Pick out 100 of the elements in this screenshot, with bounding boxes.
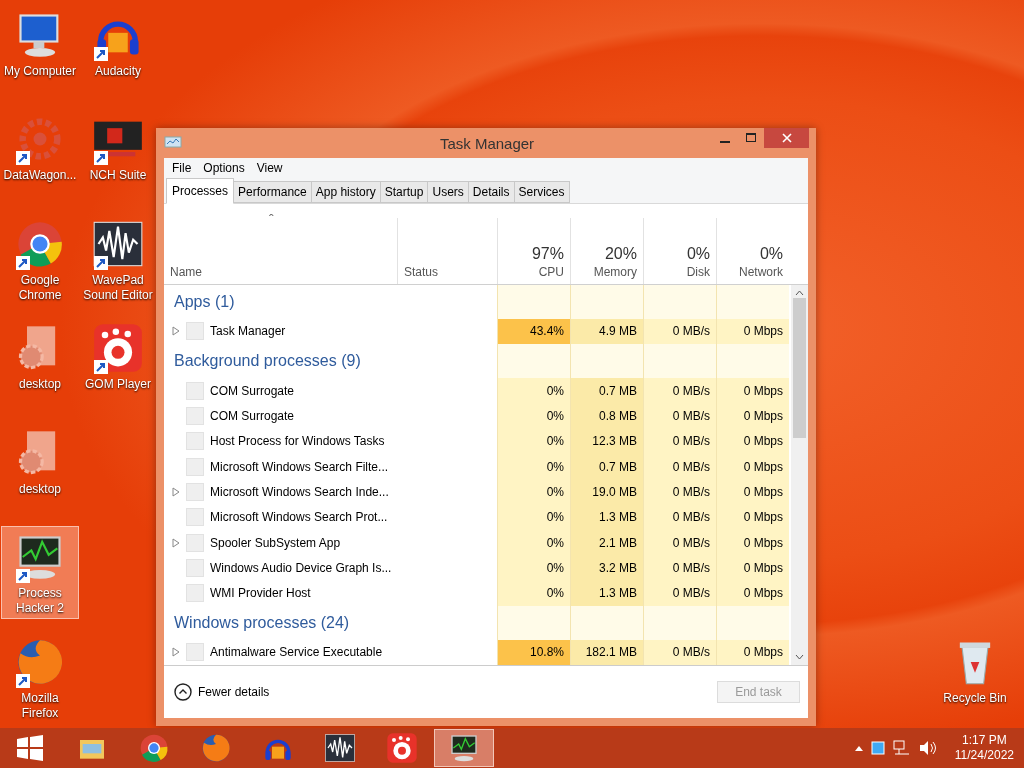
desktop-shortcut[interactable]: desktop	[1, 317, 79, 395]
column-header[interactable]: 97% CPU	[497, 218, 570, 284]
column-header[interactable]: Status	[397, 218, 497, 284]
table-cell: 0%	[497, 403, 570, 429]
menu-item[interactable]: Options	[199, 161, 249, 175]
desktop-shortcut[interactable]: Mozilla Firefox	[1, 631, 79, 724]
process-icon	[186, 533, 204, 552]
app-icon	[164, 136, 182, 150]
process-name[interactable]: Microsoft Windows Search Prot...	[210, 510, 388, 525]
table-cell: 0 MB/s	[643, 580, 716, 606]
expand-icon[interactable]	[172, 537, 180, 548]
table-cell: 1.3 MB	[570, 580, 643, 606]
desktop-shortcut[interactable]: My Computer	[1, 4, 79, 82]
process-name[interactable]: Windows Audio Device Graph Is...	[210, 560, 392, 575]
table-cell: 0%	[497, 504, 570, 530]
desktop-shortcut[interactable]: Recycle Bin	[936, 631, 1014, 709]
tab[interactable]: App history	[310, 181, 381, 203]
desktop-shortcut[interactable]: desktop	[1, 422, 79, 500]
process-name[interactable]: Antimalware Service Executable	[210, 645, 383, 660]
expand-icon[interactable]	[172, 326, 180, 337]
column-total: 0%	[759, 245, 783, 263]
group-heading: Background processes (9)	[173, 352, 362, 370]
tab[interactable]: Performance	[233, 181, 312, 203]
table-cell: 10.8%	[497, 639, 570, 665]
shortcut-label: desktop	[19, 377, 61, 392]
tab[interactable]: Services	[513, 181, 570, 203]
group-heading: Windows processes (24)	[173, 613, 351, 632]
window-title: Task Manager	[438, 134, 536, 152]
table-cell: 0%	[497, 529, 570, 556]
column-header[interactable]: 0% Network	[716, 218, 789, 284]
table-cell: 0 Mbps	[716, 555, 789, 581]
expand-icon[interactable]	[172, 486, 180, 497]
process-name[interactable]: COM Surrogate	[210, 383, 295, 398]
table-cell: 1.3 MB	[570, 504, 643, 530]
chevron-up-circle-icon	[174, 683, 192, 701]
process-name[interactable]: Microsoft Windows Search Filte...	[210, 459, 389, 474]
expand-icon[interactable]	[172, 647, 180, 658]
desktop-shortcut[interactable]: Audacity	[79, 4, 157, 82]
table-cell: 0 Mbps	[716, 479, 789, 505]
table-cell: 43.4%	[497, 318, 570, 345]
clock-time: 1:17 PM	[962, 733, 1007, 748]
taskbar-button[interactable]	[434, 729, 494, 767]
process-name[interactable]: WMI Provider Host	[210, 586, 311, 601]
network-icon[interactable]	[892, 740, 911, 756]
shortcut-label: WavePad Sound Editor	[82, 273, 154, 303]
scroll-down-icon[interactable]	[795, 654, 804, 660]
desktop-shortcut[interactable]: DataWagon...	[1, 108, 79, 186]
fox-globe-icon	[200, 732, 232, 764]
shortcut-label: Google Chrome	[17, 273, 63, 303]
column-label: Disk	[686, 265, 710, 279]
maximize-icon	[746, 133, 756, 143]
process-name[interactable]: Spooler SubSystem App	[210, 535, 341, 550]
tab[interactable]: Startup	[379, 181, 429, 203]
table-cell: 0 MB/s	[643, 428, 716, 454]
shortcut-label: Process Hacker 2	[15, 586, 65, 616]
desktop-shortcut[interactable]: GOM Player	[79, 317, 157, 395]
process-icon	[186, 457, 204, 476]
column-label: Status	[404, 265, 439, 279]
table-cell: 0 Mbps	[716, 428, 789, 454]
tab[interactable]: Details	[467, 181, 515, 203]
column-label: Name	[170, 265, 202, 279]
column-header[interactable]: 20% Memory	[570, 218, 643, 284]
table-cell: 0 MB/s	[643, 479, 716, 505]
menu-item[interactable]: View	[252, 161, 287, 175]
waveform-icon	[324, 732, 356, 764]
process-icon	[186, 508, 204, 527]
desktop-shortcut[interactable]: WavePad Sound Editor	[79, 213, 157, 306]
clock-date: 11/24/2022	[954, 748, 1014, 763]
column-header[interactable]: 0% Disk	[643, 218, 716, 284]
tab[interactable]: Processes	[166, 178, 235, 204]
player-logo-icon	[386, 732, 418, 764]
menu-item[interactable]: File	[168, 161, 196, 175]
process-name[interactable]: Host Process for Windows Tasks	[210, 434, 385, 449]
shortcut-label: Audacity	[95, 64, 141, 79]
clock[interactable]: 1:17 PM 11/24/2022	[954, 733, 1014, 763]
table-cell: 0 Mbps	[716, 529, 789, 556]
desktop-shortcut[interactable]: Google Chrome	[1, 213, 79, 306]
fewer-details-button[interactable]: Fewer details	[172, 681, 272, 703]
scroll-up-icon[interactable]	[795, 290, 804, 296]
process-name[interactable]: COM Surrogate	[210, 408, 295, 423]
table-cell: 0%	[497, 555, 570, 581]
process-icon	[186, 322, 204, 341]
column-total: 20%	[604, 245, 637, 263]
sort-indicator: ˆ	[269, 212, 274, 228]
table-cell: 0.8 MB	[570, 403, 643, 429]
process-name[interactable]: Microsoft Windows Search Inde...	[210, 484, 389, 499]
column-label: Memory	[593, 265, 637, 279]
square-icon[interactable]	[870, 741, 885, 755]
table-cell: 0 MB/s	[643, 555, 716, 581]
scrollbar[interactable]	[791, 285, 808, 665]
desktop-shortcut[interactable]: NCH Suite	[79, 108, 157, 186]
scroll-thumb[interactable]	[793, 298, 806, 438]
tray-expand-icon[interactable]	[854, 745, 863, 751]
table-cell: 0 Mbps	[716, 580, 789, 606]
process-name[interactable]: Task Manager	[210, 324, 286, 339]
shortcut-label: Mozilla Firefox	[20, 691, 60, 721]
table-cell: 0.7 MB	[570, 377, 643, 404]
process-icon	[186, 482, 204, 501]
volume-icon[interactable]	[918, 740, 937, 756]
tab[interactable]: Users	[427, 181, 469, 203]
